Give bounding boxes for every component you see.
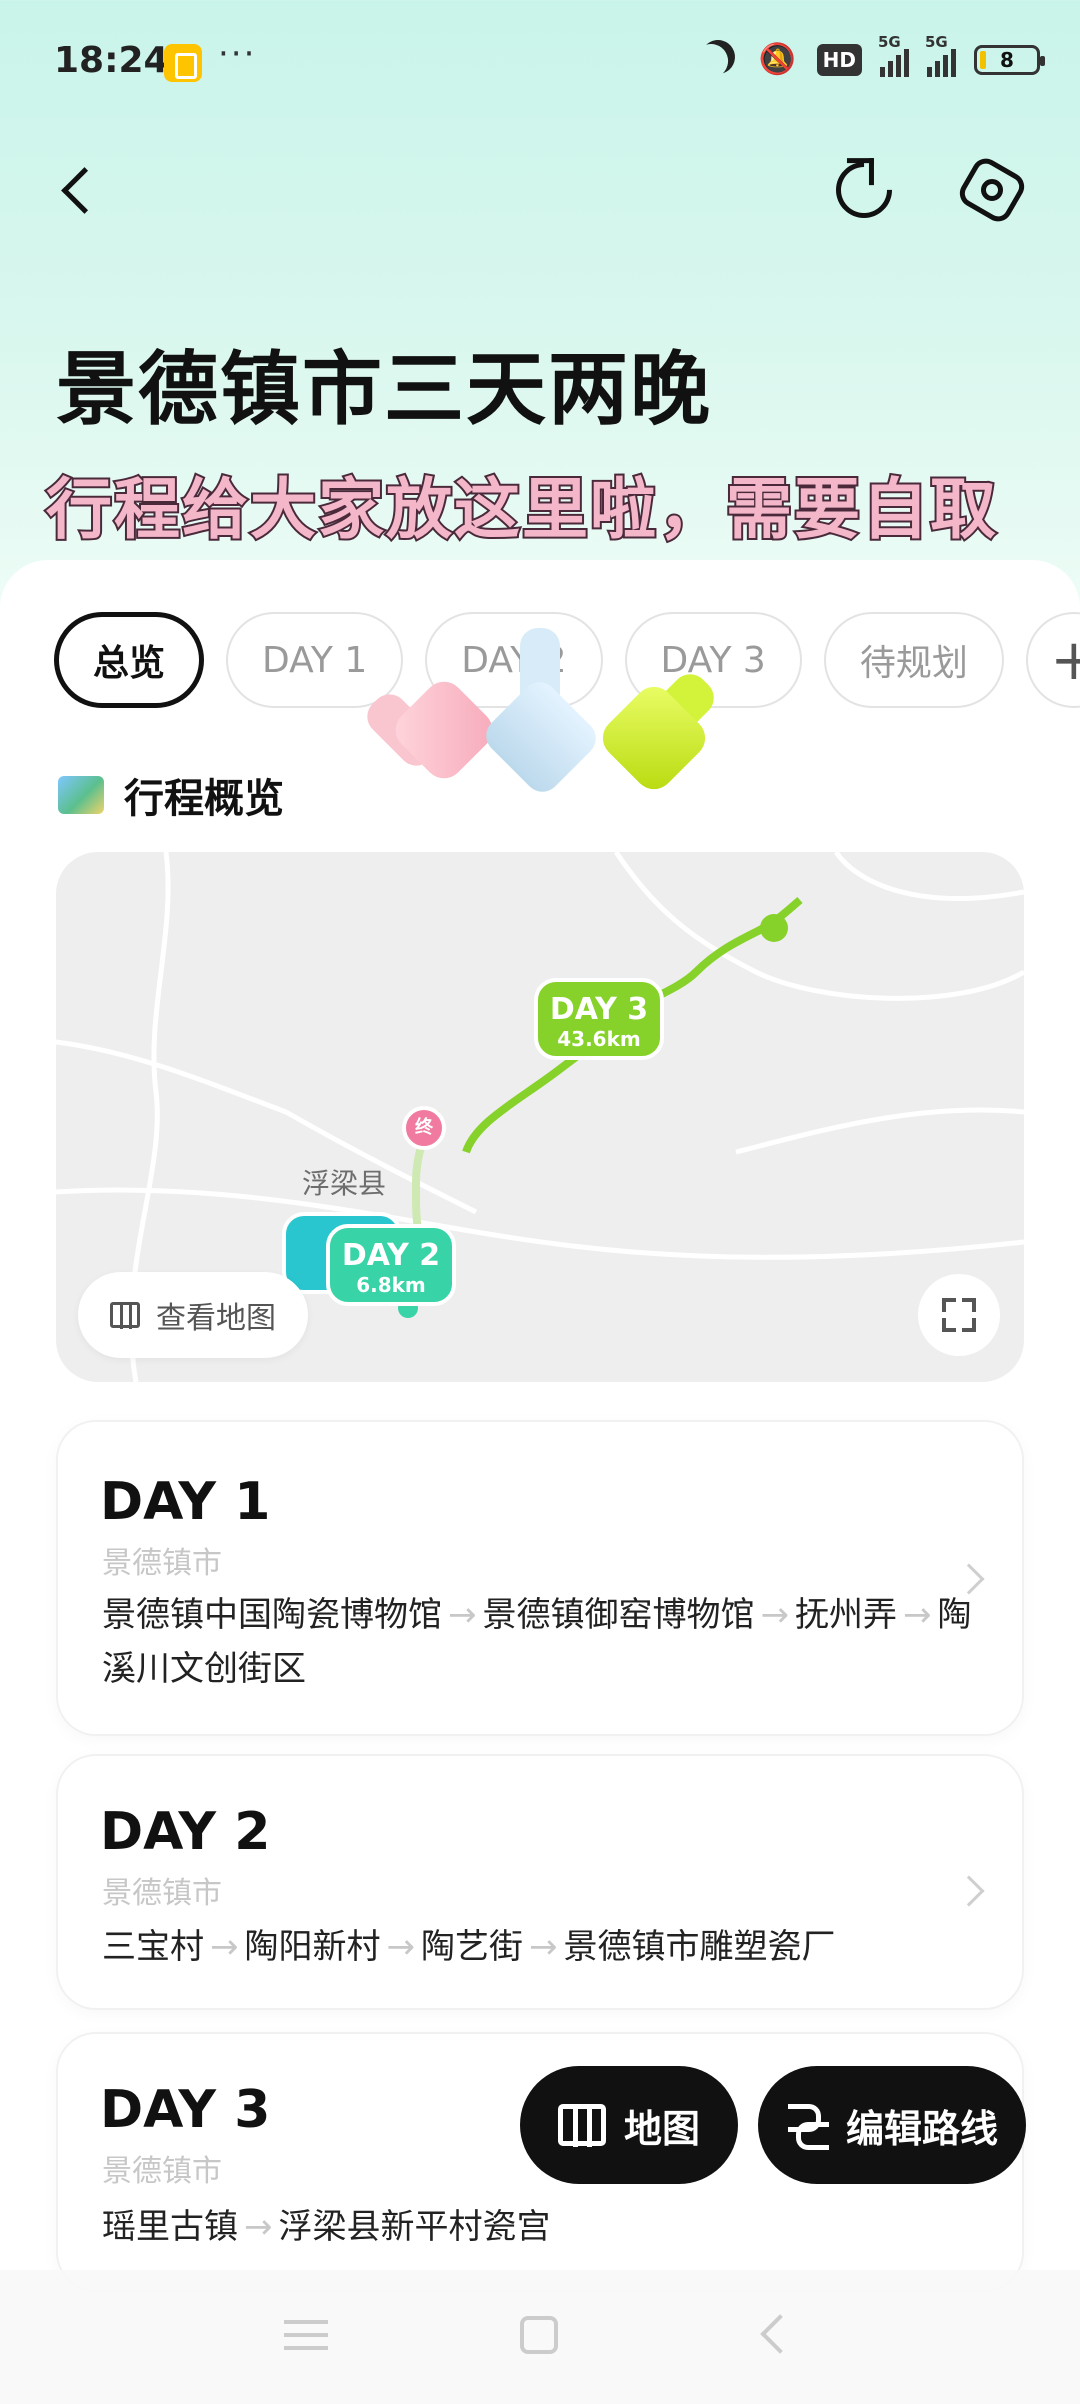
day-city: 景德镇市 xyxy=(102,2154,222,2189)
more-notifications-icon: ··· xyxy=(218,34,257,74)
route-stop: 陶阳新村 xyxy=(244,1927,381,1967)
chevron-right-icon xyxy=(953,1875,985,1907)
hd-icon: HD xyxy=(816,44,862,76)
do-not-disturb-icon xyxy=(701,40,741,80)
day-2-marker-label: DAY 2 xyxy=(341,1238,441,1273)
day-title: DAY 3 xyxy=(100,2080,271,2140)
add-tab-button[interactable]: + xyxy=(1025,612,1080,708)
day-card-1[interactable]: DAY 1 景德镇市 景德镇中国陶瓷博物馆 → 景德镇御窑博物馆 → 抚州弄 → 陶溪川文创… xyxy=(56,1420,1024,1736)
day-2-marker[interactable]: DAY 2 6.8km xyxy=(326,1224,456,1306)
end-marker[interactable]: 终 xyxy=(402,1106,446,1150)
view-map-button[interactable]: 查看地图 xyxy=(78,1272,308,1358)
notification-app-icon xyxy=(164,44,202,82)
back-icon[interactable] xyxy=(50,160,110,220)
banner-caption: 行程给大家放这里啦，需要自取 xyxy=(44,469,998,550)
page-title: 景德镇市三天两晚 xyxy=(56,343,712,436)
fullscreen-icon[interactable] xyxy=(918,1274,1000,1356)
day-route: 三宝村 → 陶阳新村 → 陶艺街 → 景德镇市雕塑瓷厂 xyxy=(102,1927,836,1967)
day-title: DAY 1 xyxy=(100,1472,271,1532)
day-3-marker-label: DAY 3 xyxy=(549,992,649,1027)
status-bar: 18:24 ··· 🔕 HD 5G 5G 8 xyxy=(0,0,1080,130)
day-tabs: 总览 DAY 1 DAY 2 DAY 3 待规划 + xyxy=(54,612,1080,708)
day-3-marker-distance: 43.6km xyxy=(557,1027,641,1051)
view-map-label: 查看地图 xyxy=(156,1301,276,1336)
home-icon[interactable] xyxy=(520,2316,558,2354)
map-icon xyxy=(110,1302,140,1329)
tab-unplanned[interactable]: 待规划 xyxy=(823,612,1004,708)
route-icon xyxy=(786,2104,829,2150)
map-button-label: 地图 xyxy=(623,2106,700,2151)
battery-icon: 8 xyxy=(974,45,1045,75)
route-map[interactable]: 浮梁县 终 DAY 3 43.6km D 8 DAY 2 6.8km 查看地图 xyxy=(56,852,1024,1382)
signal-label: 5G xyxy=(878,33,901,51)
day-route: 瑶里古镇 → 浮梁县新平村瓷宫 xyxy=(102,2207,551,2247)
mute-icon: 🔕 xyxy=(758,42,797,77)
route-stop: 浮梁县新平村瓷宫 xyxy=(278,2207,551,2247)
signal-icon: 5G xyxy=(878,33,909,77)
recent-apps-icon[interactable] xyxy=(284,2320,328,2350)
tab-overview[interactable]: 总览 xyxy=(54,612,205,708)
system-back-icon[interactable] xyxy=(760,2314,800,2354)
battery-level: 8 xyxy=(1000,48,1014,72)
edit-route-label: 编辑路线 xyxy=(845,2106,998,2151)
day-3-marker[interactable]: DAY 3 43.6km xyxy=(534,978,664,1060)
world-map-icon xyxy=(58,776,104,814)
day-card-2[interactable]: DAY 2 景德镇市 三宝村 → 陶阳新村 → 陶艺街 → 景德镇市雕塑瓷厂 xyxy=(56,1754,1024,2010)
system-nav-bar xyxy=(0,2270,1080,2404)
overview-title: 行程概览 xyxy=(124,776,284,822)
day-city: 景德镇市 xyxy=(102,1876,222,1911)
day-city: 景德镇市 xyxy=(102,1546,222,1581)
day-title: DAY 2 xyxy=(100,1802,271,1862)
route-stop: 抚州弄 xyxy=(795,1595,897,1635)
overview-section-header: 行程概览 xyxy=(58,766,284,824)
signal-label-2: 5G xyxy=(925,33,948,51)
share-icon[interactable] xyxy=(824,150,904,230)
day-route: 景德镇中国陶瓷博物馆 → 景德镇御窑博物馆 → 抚州弄 → 陶溪川文创街区 xyxy=(102,1595,972,1689)
settings-icon[interactable] xyxy=(954,153,1030,227)
route-stop: 陶艺街 xyxy=(421,1927,523,1967)
tab-day-1[interactable]: DAY 1 xyxy=(226,612,404,708)
signal-icon-2: 5G xyxy=(925,33,956,77)
route-stop: 景德镇市雕塑瓷厂 xyxy=(563,1927,836,1967)
folded-map-icon xyxy=(557,2104,606,2147)
edit-route-button[interactable]: 编辑路线 xyxy=(758,2066,1026,2184)
status-icons: 🔕 HD 5G 5G 8 xyxy=(701,33,1045,80)
route-stop: 三宝村 xyxy=(102,1927,204,1967)
route-stop: 瑶里古镇 xyxy=(102,2207,238,2247)
route-stop: 景德镇中国陶瓷博物馆 xyxy=(102,1595,442,1635)
status-time: 18:24 xyxy=(54,40,169,81)
day-2-marker-distance: 6.8km xyxy=(356,1273,426,1297)
map-town-label: 浮梁县 xyxy=(302,1167,387,1200)
map-button[interactable]: 地图 xyxy=(520,2066,738,2184)
route-stop: 景德镇御窑博物馆 xyxy=(482,1595,755,1635)
